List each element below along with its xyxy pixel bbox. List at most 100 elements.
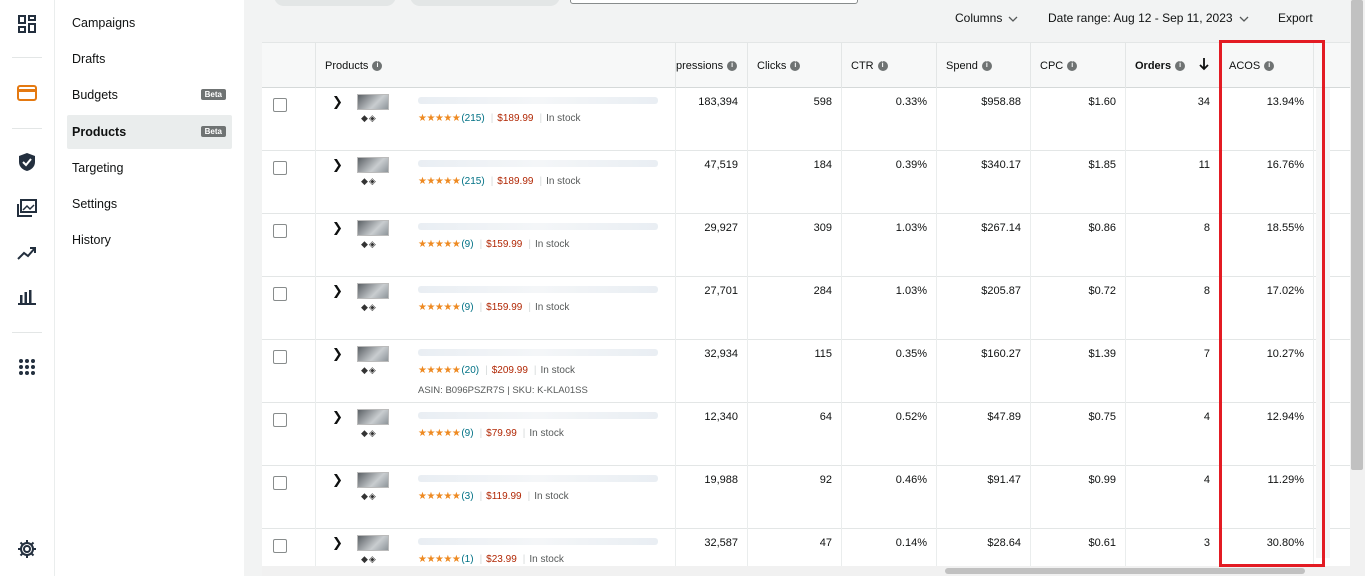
info-icon[interactable]: i xyxy=(727,61,738,71)
nav-item-settings[interactable]: Settings xyxy=(67,187,232,221)
campaign-manager-icon[interactable] xyxy=(16,82,38,104)
info-icon[interactable]: i xyxy=(877,61,888,71)
expand-chevron-icon[interactable]: ❯ xyxy=(332,157,343,173)
column-header-ctr[interactable]: CTR i xyxy=(842,43,937,89)
separator: | xyxy=(490,176,494,187)
asin-sku: ASIN: B096PSZR7S | SKU: K-KLA01SS xyxy=(418,385,588,396)
info-icon[interactable]: i xyxy=(1264,61,1275,71)
select-cell xyxy=(262,151,316,214)
expand-chevron-icon[interactable]: ❯ xyxy=(332,535,343,551)
gear-icon[interactable] xyxy=(16,538,38,560)
dashboard-icon[interactable] xyxy=(16,13,38,35)
row-checkbox[interactable] xyxy=(273,98,287,112)
review-count[interactable]: (215) xyxy=(461,176,484,187)
review-count[interactable]: (3) xyxy=(461,491,473,502)
table-scrollbar[interactable] xyxy=(1316,88,1330,558)
product-thumbnail[interactable]: ◆◈ xyxy=(356,409,390,445)
orders-value: 8 xyxy=(1203,222,1210,234)
cpc-value: $1.60 xyxy=(1088,96,1116,108)
product-thumbnail[interactable]: ◆◈ xyxy=(356,220,390,256)
review-count[interactable]: (9) xyxy=(461,239,473,250)
nav-item-campaigns[interactable]: Campaigns xyxy=(67,6,232,40)
header-label: ACOS xyxy=(1229,60,1261,72)
nav-item-history[interactable]: History xyxy=(67,223,232,257)
star-rating-icon: ★★★★★ xyxy=(418,302,461,313)
expand-chevron-icon[interactable]: ❯ xyxy=(332,409,343,425)
row-checkbox[interactable] xyxy=(273,161,287,175)
row-checkbox[interactable] xyxy=(273,350,287,364)
cpc-value: $0.75 xyxy=(1088,411,1116,423)
star-rating-icon: ★★★★★ xyxy=(418,176,461,187)
review-count[interactable]: (9) xyxy=(461,302,473,313)
stock-status: In stock xyxy=(546,176,581,187)
expand-chevron-icon[interactable]: ❯ xyxy=(332,283,343,299)
product-cell: ❯ ◆◈ ★★★★★ (9) | $159.99 | In stock xyxy=(316,277,676,340)
table-row: ❯ ◆◈ ★★★★★ (9) | $159.99 | In stock 29,9… xyxy=(262,214,1350,277)
product-thumbnail[interactable]: ◆◈ xyxy=(356,283,390,319)
acos-value: 13.94% xyxy=(1266,96,1304,108)
product-thumbnail[interactable]: ◆◈ xyxy=(356,346,390,382)
orders-value: 4 xyxy=(1203,474,1210,486)
product-thumbnail[interactable]: ◆◈ xyxy=(356,157,390,193)
column-header-clicks[interactable]: Clicks i xyxy=(748,43,842,89)
expand-chevron-icon[interactable]: ❯ xyxy=(332,220,343,236)
expand-chevron-icon[interactable]: ❯ xyxy=(332,94,343,110)
page-scrollbar-thumb[interactable] xyxy=(1351,0,1363,470)
header-label: CPC xyxy=(1040,60,1064,72)
sort-descending-icon[interactable] xyxy=(1199,58,1209,74)
review-count[interactable]: (1) xyxy=(461,554,473,565)
row-checkbox[interactable] xyxy=(273,476,287,490)
impressions-cell: 27,701 xyxy=(676,277,748,340)
row-checkbox[interactable] xyxy=(273,287,287,301)
column-header-products[interactable]: Products i xyxy=(316,43,676,89)
info-icon[interactable]: i xyxy=(1175,61,1186,71)
reports-icon[interactable] xyxy=(16,286,38,308)
info-icon[interactable]: i xyxy=(981,61,992,71)
orders-value: 8 xyxy=(1203,285,1210,297)
cpc-value: $0.86 xyxy=(1088,222,1116,234)
apps-grid-icon[interactable] xyxy=(16,356,38,378)
date-range-button[interactable]: Date range: Aug 12 - Sep 11, 2023 xyxy=(1048,11,1249,25)
clicks-value: 598 xyxy=(813,96,832,108)
column-header-spend[interactable]: Spend i xyxy=(937,43,1031,89)
filter-pill[interactable] xyxy=(274,0,396,6)
expand-chevron-icon[interactable]: ❯ xyxy=(332,346,343,362)
row-checkbox[interactable] xyxy=(273,224,287,238)
stock-status: In stock xyxy=(534,239,570,250)
column-header-cpc[interactable]: CPC i xyxy=(1031,43,1126,89)
info-icon[interactable]: i xyxy=(372,61,383,71)
ctr-value: 0.35% xyxy=(895,348,927,360)
cpc-cell: $0.86 xyxy=(1031,214,1126,277)
trend-icon[interactable] xyxy=(16,242,38,264)
review-count[interactable]: (20) xyxy=(461,365,479,376)
horizontal-scrollbar[interactable] xyxy=(262,566,1350,576)
review-count[interactable]: (215) xyxy=(461,113,484,124)
shield-icon[interactable] xyxy=(16,151,38,173)
expand-chevron-icon[interactable]: ❯ xyxy=(332,472,343,488)
info-icon[interactable]: i xyxy=(1067,61,1078,71)
column-header-impressions[interactable]: pressions i xyxy=(676,43,748,89)
orders-value: 11 xyxy=(1198,159,1210,171)
column-header-acos[interactable]: ACOS i xyxy=(1220,43,1314,89)
media-icon[interactable] xyxy=(16,197,38,219)
row-checkbox[interactable] xyxy=(273,539,287,553)
export-button[interactable]: Export xyxy=(1278,11,1313,25)
product-cell: ❯ ◆◈ ★★★★★ (215) | $189.99 | In stock xyxy=(316,151,676,214)
product-thumbnail[interactable]: ◆◈ xyxy=(356,94,390,130)
info-icon[interactable]: i xyxy=(790,61,801,71)
search-input[interactable] xyxy=(570,0,858,4)
horizontal-scrollbar-thumb[interactable] xyxy=(945,568,1305,574)
columns-button[interactable]: Columns xyxy=(955,11,1018,25)
nav-item-drafts[interactable]: Drafts xyxy=(67,42,232,76)
filter-pill[interactable] xyxy=(410,0,560,6)
row-checkbox[interactable] xyxy=(273,413,287,427)
nav-item-products[interactable]: Products Beta xyxy=(67,115,232,149)
review-count[interactable]: (9) xyxy=(461,428,473,439)
product-thumbnail[interactable]: ◆◈ xyxy=(356,472,390,508)
nav-item-targeting[interactable]: Targeting xyxy=(67,151,232,185)
separator: | xyxy=(539,113,543,124)
nav-item-budgets[interactable]: Budgets Beta xyxy=(67,78,232,112)
column-header-orders[interactable]: Orders i xyxy=(1126,43,1220,89)
product-meta-line: ★★★★★ (215) | $189.99 | In stock xyxy=(418,176,581,187)
product-title-redacted xyxy=(418,412,658,419)
